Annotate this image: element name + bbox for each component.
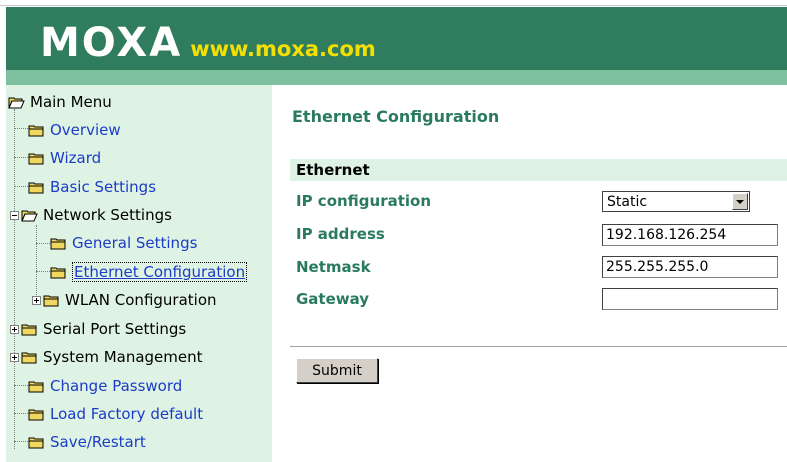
sidebar-item-wlan-configuration[interactable]: WLAN Configuration [32,288,217,312]
sidebar-item-label: Main Menu [30,93,112,111]
tree-guide-line [36,243,50,244]
gateway-label: Gateway [296,290,370,308]
open-folder-icon [8,97,25,108]
folder-icon [28,409,44,420]
form-divider [290,346,787,348]
sidebar-item-overview[interactable]: Overview [28,118,121,142]
section-title: Ethernet [296,161,370,179]
sidebar-item-label: Serial Port Settings [43,320,187,338]
netmask-input[interactable] [602,256,778,278]
sidebar-tree: Main Menu Overview Wizard Basic Settings… [6,85,272,462]
sidebar-item-label: System Management [43,348,203,366]
folder-icon [21,324,37,335]
tree-guide-line [14,186,28,187]
folder-icon [28,437,44,448]
tree-guide-line [14,413,28,414]
sidebar-item-load-factory-default[interactable]: Load Factory default [28,402,203,426]
sidebar-item-label: Change Password [50,377,183,395]
sidebar-item-system-management[interactable]: System Management [10,345,203,369]
folder-icon [50,238,66,249]
folder-icon [28,182,44,193]
gateway-input[interactable] [602,288,778,310]
tree-guide-line [14,128,28,129]
collapse-icon[interactable] [10,210,19,220]
tree-guide-line [14,385,28,386]
sidebar-item-label: Ethernet Configuration [72,262,248,282]
sidebar-item-save-restart[interactable]: Save/Restart [28,430,146,454]
sidebar-item-wizard[interactable]: Wizard [28,146,101,170]
sidebar-item-label: WLAN Configuration [65,291,217,309]
ip-configuration-label: IP configuration [296,192,432,210]
folder-icon [43,295,59,306]
open-folder-icon [21,210,38,221]
tree-guide-line [14,109,15,449]
sidebar-item-basic-settings[interactable]: Basic Settings [28,175,156,199]
sidebar-item-label: Wizard [50,149,102,167]
submit-button[interactable]: Submit [296,358,378,383]
expand-icon[interactable] [10,324,19,334]
dropdown-arrow-icon[interactable] [732,193,748,210]
ip-configuration-value: Static [607,193,648,210]
expand-icon[interactable] [32,295,41,305]
folder-icon [28,153,44,164]
folder-icon [28,381,44,392]
main-content: Ethernet Configuration Ethernet IP confi… [272,85,787,462]
sidebar-item-label: General Settings [72,234,198,252]
netmask-label: Netmask [296,258,371,276]
page-title: Ethernet Configuration [292,107,500,126]
header-banner: MOXA www.moxa.com [6,7,787,85]
logo-url: www.moxa.com [190,37,376,61]
tree-guide-line [36,271,50,272]
moxa-logo: MOXA www.moxa.com [40,23,376,63]
logo-text: MOXA [40,20,183,66]
sidebar-item-main-menu[interactable]: Main Menu [8,90,112,114]
tree-guide-line [14,441,28,442]
tree-guide-line [14,157,28,158]
sidebar-item-label: Network Settings [43,206,172,224]
sidebar-item-label: Overview [50,121,121,139]
sidebar-item-serial-port-settings[interactable]: Serial Port Settings [10,317,186,341]
sidebar-item-label: Load Factory default [50,405,204,423]
sidebar-item-change-password[interactable]: Change Password [28,374,182,398]
expand-icon[interactable] [10,352,19,362]
sidebar-item-label: Basic Settings [50,178,157,196]
sidebar-item-ethernet-configuration[interactable]: Ethernet Configuration [50,260,248,284]
ip-configuration-select[interactable]: Static [602,191,750,212]
top-border [0,0,787,6]
ip-address-input[interactable] [602,224,778,246]
folder-icon [28,125,44,136]
folder-icon [50,267,66,278]
folder-icon [21,352,37,363]
sidebar-item-general-settings[interactable]: General Settings [50,231,197,255]
ip-address-label: IP address [296,225,385,243]
header-band [6,70,787,85]
sidebar-item-network-settings[interactable]: Network Settings [10,203,172,227]
sidebar-item-label: Save/Restart [50,433,146,451]
